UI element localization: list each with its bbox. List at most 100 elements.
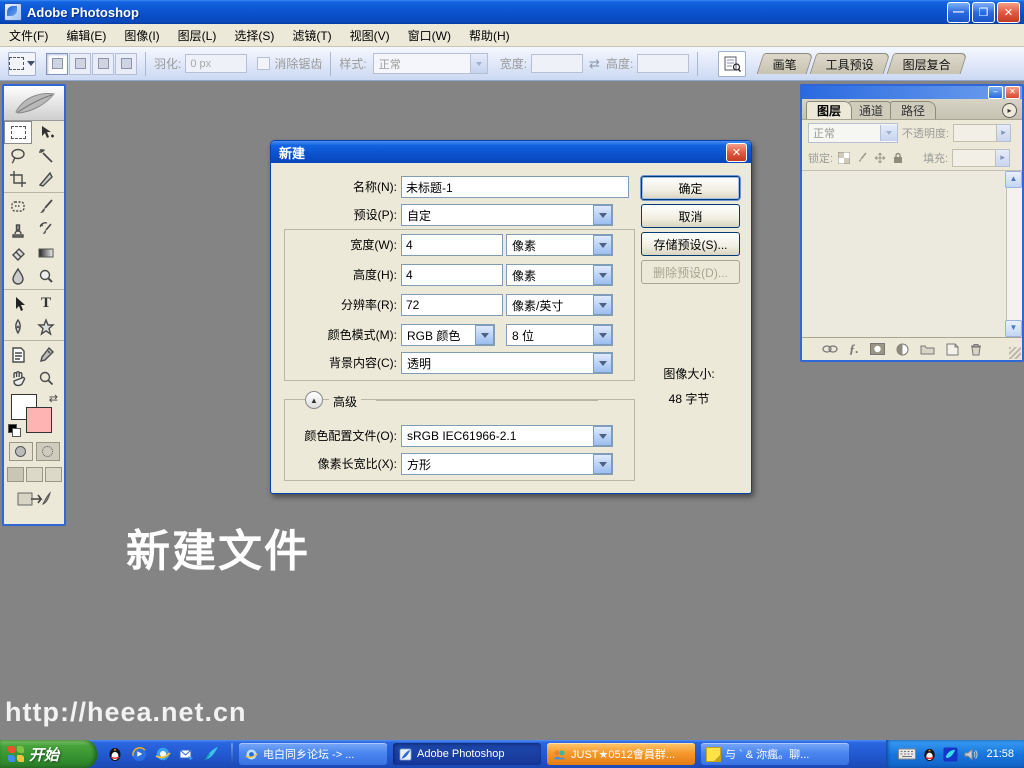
resolution-input[interactable]: 72 <box>401 294 503 316</box>
tool-gradient[interactable] <box>32 241 60 264</box>
tool-eraser[interactable] <box>4 241 32 264</box>
thunder-tray-icon[interactable] <box>943 747 958 762</box>
new-layer-icon[interactable] <box>946 343 959 356</box>
menu-filter[interactable]: 滤镜(T) <box>283 27 340 44</box>
tool-crop[interactable] <box>4 167 32 190</box>
tool-hand[interactable] <box>4 366 32 389</box>
feather-input[interactable]: 0 px <box>185 54 247 73</box>
swap-dimensions-icon[interactable]: ⇄ <box>589 56 600 72</box>
input-method-keyboard-icon[interactable] <box>898 748 916 760</box>
close-button[interactable]: ✕ <box>997 2 1020 23</box>
menu-edit[interactable]: 编辑(E) <box>57 27 115 44</box>
layer-style-icon[interactable]: ƒ. <box>849 341 859 357</box>
height-input[interactable]: 4 <box>401 264 503 286</box>
palette-menu-button[interactable]: ▸ <box>1002 103 1017 118</box>
swap-colors-icon[interactable]: ⇄ <box>49 392 58 405</box>
color-profile-combobox[interactable]: sRGB IEC61966-2.1 <box>401 425 613 447</box>
tool-dodge[interactable] <box>32 264 60 287</box>
task-button-qq-group[interactable]: JUST★0512會員群... <box>547 743 695 765</box>
tool-move[interactable] <box>32 121 60 144</box>
tab-channels[interactable]: 通道 <box>848 101 894 119</box>
menu-layer[interactable]: 图层(L) <box>169 27 226 44</box>
tool-history-brush[interactable] <box>32 218 60 241</box>
menu-file[interactable]: 文件(F) <box>0 27 57 44</box>
resize-grip[interactable] <box>1009 347 1021 359</box>
fullscreen-mode-button[interactable] <box>45 467 62 482</box>
tool-healing-brush[interactable] <box>4 195 32 218</box>
tab-layers[interactable]: 图层 <box>806 101 852 119</box>
selection-add-button[interactable] <box>69 53 91 75</box>
qq-icon[interactable] <box>106 746 123 763</box>
tool-slice[interactable] <box>32 167 60 190</box>
task-button-photoshop[interactable]: Adobe Photoshop <box>393 743 541 765</box>
cancel-button[interactable]: 取消 <box>641 204 740 228</box>
palette-minimize-button[interactable]: – <box>988 86 1003 99</box>
standard-mode-button[interactable] <box>9 442 33 461</box>
width-input[interactable]: 4 <box>401 234 503 256</box>
name-input[interactable]: 未标题-1 <box>401 176 629 198</box>
selection-new-button[interactable] <box>46 53 68 75</box>
tool-custom-shape[interactable] <box>32 315 60 338</box>
current-tool-button[interactable] <box>8 52 36 76</box>
bit-depth-combobox[interactable]: 8 位 <box>506 324 613 346</box>
toolbox-drag-handle[interactable] <box>4 86 64 121</box>
tool-clone-stamp[interactable] <box>4 218 32 241</box>
tool-type[interactable]: T <box>32 292 60 315</box>
qq-tray-icon[interactable] <box>922 747 937 762</box>
link-layers-icon[interactable] <box>822 344 838 354</box>
task-button-qq-chat[interactable]: 与 ` & 沵瘋。聊... <box>701 743 849 765</box>
selection-subtract-button[interactable] <box>92 53 114 75</box>
preset-combobox[interactable]: 自定 <box>401 204 613 226</box>
opacity-field[interactable]: ▸ <box>953 124 1011 142</box>
tool-magic-wand[interactable] <box>32 144 60 167</box>
lock-transparency-icon[interactable] <box>837 151 851 165</box>
tool-zoom[interactable] <box>32 366 60 389</box>
resolution-unit-combobox[interactable]: 像素/英寸 <box>506 294 613 316</box>
default-colors-icon[interactable] <box>8 424 20 436</box>
fullscreen-menubar-mode-button[interactable] <box>26 467 43 482</box>
width-input[interactable] <box>531 54 583 73</box>
antialias-checkbox[interactable] <box>257 57 270 70</box>
menu-select[interactable]: 选择(S) <box>225 27 283 44</box>
height-input[interactable] <box>637 54 689 73</box>
tab-brushes[interactable]: 画笔 <box>757 53 814 74</box>
scroll-down-icon[interactable]: ▼ <box>1005 320 1022 337</box>
blend-mode-combobox[interactable]: 正常 <box>808 123 898 143</box>
fill-field[interactable]: ▸ <box>952 149 1010 167</box>
palette-close-button[interactable]: ✕ <box>1005 86 1020 99</box>
scroll-up-icon[interactable]: ▲ <box>1005 171 1022 188</box>
tool-brush[interactable] <box>32 195 60 218</box>
style-combobox[interactable]: 正常 <box>373 53 488 74</box>
new-group-icon[interactable] <box>920 343 935 355</box>
minimize-button[interactable]: — <box>947 2 970 23</box>
menu-help[interactable]: 帮助(H) <box>460 27 519 44</box>
volume-icon[interactable] <box>964 748 978 761</box>
tab-tool-presets[interactable]: 工具预设 <box>810 53 891 74</box>
layer-mask-icon[interactable] <box>870 343 885 355</box>
adjustment-layer-icon[interactable] <box>896 343 909 356</box>
layers-palette-titlebar[interactable]: – ✕ <box>802 86 1022 99</box>
height-unit-combobox[interactable]: 像素 <box>506 264 613 286</box>
ok-button[interactable]: 确定 <box>641 176 740 200</box>
start-button[interactable]: 开始 <box>0 740 97 768</box>
pixel-aspect-combobox[interactable]: 方形 <box>401 453 613 475</box>
task-button-forum[interactable]: 电白同乡论坛 -> ... <box>239 743 387 765</box>
dialog-close-button[interactable]: ✕ <box>726 143 747 162</box>
background-color-swatch[interactable] <box>26 407 52 433</box>
quill-icon[interactable] <box>202 746 219 763</box>
tray-clock[interactable]: 21:58 <box>986 748 1014 760</box>
tool-lasso[interactable] <box>4 144 32 167</box>
quick-mask-mode-button[interactable] <box>36 442 60 461</box>
delete-layer-icon[interactable] <box>970 343 982 356</box>
tab-layer-comps[interactable]: 图层复合 <box>887 53 968 74</box>
advanced-collapse-button[interactable]: ▲ <box>305 391 323 409</box>
tab-paths[interactable]: 路径 <box>890 101 936 119</box>
standard-screen-mode-button[interactable] <box>7 467 24 482</box>
lock-paint-icon[interactable] <box>855 151 869 165</box>
layers-scrollbar[interactable]: ▲ ▼ <box>1006 171 1022 337</box>
media-player-icon[interactable] <box>130 746 147 763</box>
tool-blur[interactable] <box>4 264 32 287</box>
menu-image[interactable]: 图像(I) <box>115 27 168 44</box>
edit-in-imageready-button[interactable] <box>14 489 54 509</box>
tool-eyedropper[interactable] <box>32 343 60 366</box>
